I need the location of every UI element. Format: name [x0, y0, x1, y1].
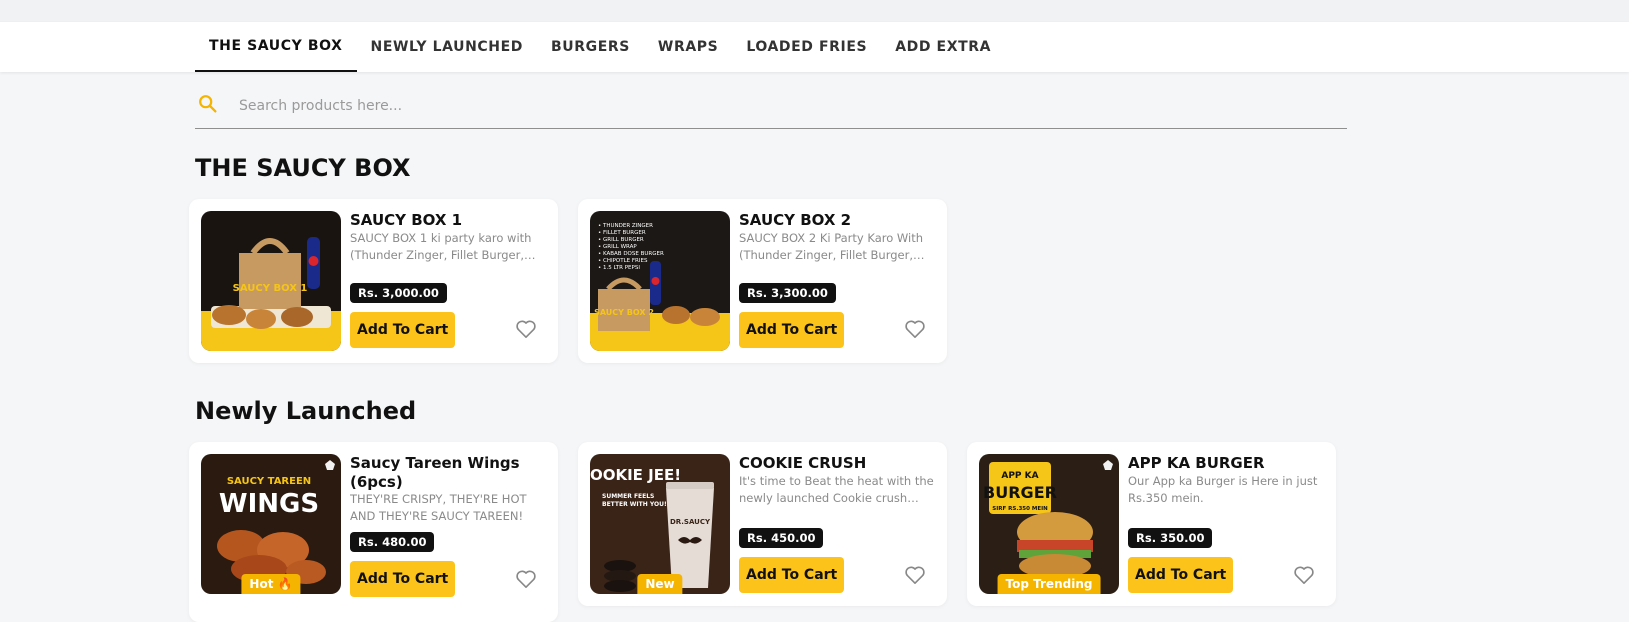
new-badge: New	[637, 574, 683, 594]
product-card: SAUCY TAREEN WINGS Hot 🔥 Saucy Tareen Wi…	[189, 442, 558, 622]
product-card: COOKIE JEE! SUMMER FEELS BETTER WITH YOU…	[578, 442, 947, 606]
svg-text:• GRILL WRAP: • GRILL WRAP	[598, 244, 637, 250]
svg-text:BURGER: BURGER	[983, 483, 1057, 502]
svg-text:APP KA: APP KA	[1001, 471, 1038, 481]
product-price: Rs. 3,000.00	[350, 283, 447, 303]
product-price: Rs. 3,300.00	[739, 283, 836, 303]
category-tabs: THE SAUCY BOX NEWLY LAUNCHED BURGERS WRA…	[195, 22, 1005, 72]
search-bar	[195, 87, 1347, 129]
add-to-cart-button[interactable]: Add To Cart	[739, 312, 845, 348]
svg-text:SUMMER FEELS: SUMMER FEELS	[602, 493, 654, 500]
product-card: • THUNDER ZINGER • FILLET BURGER • GRILL…	[578, 199, 947, 363]
add-to-cart-button[interactable]: Add To Cart	[350, 561, 456, 597]
product-description: It's time to Beat the heat with the newl…	[739, 474, 934, 505]
product-image-cookie-crush[interactable]: COOKIE JEE! SUMMER FEELS BETTER WITH YOU…	[590, 454, 730, 594]
tab-add-extra[interactable]: ADD EXTRA	[881, 22, 1005, 72]
heart-icon[interactable]	[515, 569, 537, 589]
search-input[interactable]	[237, 91, 1341, 121]
heart-icon[interactable]	[515, 319, 537, 339]
svg-text:• CHIPOTLE FRIES: • CHIPOTLE FRIES	[598, 258, 648, 264]
svg-text:COOKIE JEE!: COOKIE JEE!	[590, 466, 681, 484]
svg-text:SAUCY TAREEN: SAUCY TAREEN	[227, 476, 311, 487]
tab-the-saucy-box[interactable]: THE SAUCY BOX	[195, 22, 357, 72]
add-to-cart-button[interactable]: Add To Cart	[350, 312, 456, 348]
product-card: SAUCY BOX 1 SAUCY BOX 1 SAUCY BOX 1 ki p…	[189, 199, 558, 363]
product-name[interactable]: COOKIE CRUSH	[739, 454, 934, 473]
product-description: SAUCY BOX 1 ki party karo with (Thunder …	[350, 231, 532, 262]
svg-text:SAUCY BOX 1: SAUCY BOX 1	[233, 283, 308, 294]
tab-wraps[interactable]: WRAPS	[644, 22, 732, 72]
product-card: APP KA BURGER SIRF RS.350 MEIN Top Trend…	[967, 442, 1336, 606]
product-price: Rs. 450.00	[739, 528, 824, 548]
category-nav: THE SAUCY BOX NEWLY LAUNCHED BURGERS WRA…	[0, 22, 1629, 72]
tab-newly-launched[interactable]: NEWLY LAUNCHED	[357, 22, 537, 72]
svg-text:SAUCY BOX 2: SAUCY BOX 2	[594, 308, 654, 317]
product-price: Rs. 350.00	[1128, 528, 1213, 548]
tab-burgers[interactable]: BURGERS	[537, 22, 644, 72]
hot-badge: Hot 🔥	[241, 574, 301, 594]
svg-text:BETTER WITH YOU!: BETTER WITH YOU!	[602, 501, 667, 508]
product-image-saucy-tareen-wings[interactable]: SAUCY TAREEN WINGS Hot 🔥	[201, 454, 341, 594]
svg-text:• KABAB DOSE BURGER: • KABAB DOSE BURGER	[598, 251, 664, 257]
heart-icon[interactable]	[904, 319, 926, 339]
svg-text:• 1.5 LTR PEPSI: • 1.5 LTR PEPSI	[598, 265, 640, 271]
product-price: Rs. 480.00	[350, 532, 435, 552]
product-name[interactable]: SAUCY BOX 2	[739, 211, 934, 230]
search-icon	[199, 95, 217, 113]
svg-text:DR.SAUCY: DR.SAUCY	[670, 518, 711, 526]
section-title-newly-launched: Newly Launched	[195, 397, 417, 425]
product-name[interactable]: SAUCY BOX 1	[350, 211, 545, 230]
top-trending-badge: Top Trending	[997, 574, 1101, 594]
svg-text:• FILLET BURGER: • FILLET BURGER	[598, 230, 646, 236]
top-strip	[0, 0, 1629, 22]
product-description: THEY'RE CRISPY, THEY'RE HOT AND THEY'RE …	[350, 492, 527, 523]
tab-loaded-fries[interactable]: LOADED FRIES	[732, 22, 881, 72]
add-to-cart-button[interactable]: Add To Cart	[739, 557, 845, 593]
section-title-saucy-box: THE SAUCY BOX	[195, 154, 411, 182]
svg-text:WINGS: WINGS	[219, 489, 319, 519]
product-image-saucy-box-1[interactable]: SAUCY BOX 1	[201, 211, 341, 351]
svg-text:• GRILL BURGER: • GRILL BURGER	[598, 237, 644, 243]
heart-icon[interactable]	[1293, 565, 1315, 585]
product-description: SAUCY BOX 2 Ki Party Karo With (Thunder …	[739, 231, 924, 262]
add-to-cart-button[interactable]: Add To Cart	[1128, 557, 1234, 593]
product-image-app-ka-burger[interactable]: APP KA BURGER SIRF RS.350 MEIN Top Trend…	[979, 454, 1119, 594]
product-image-saucy-box-2[interactable]: • THUNDER ZINGER • FILLET BURGER • GRILL…	[590, 211, 730, 351]
svg-text:SIRF RS.350 MEIN: SIRF RS.350 MEIN	[992, 506, 1048, 512]
heart-icon[interactable]	[904, 565, 926, 585]
svg-text:• THUNDER ZINGER: • THUNDER ZINGER	[598, 223, 653, 229]
product-description: Our App ka Burger is Here in just Rs.350…	[1128, 474, 1318, 505]
product-name[interactable]: APP KA BURGER	[1128, 454, 1323, 473]
product-name[interactable]: Saucy Tareen Wings (6pcs)	[350, 454, 545, 492]
